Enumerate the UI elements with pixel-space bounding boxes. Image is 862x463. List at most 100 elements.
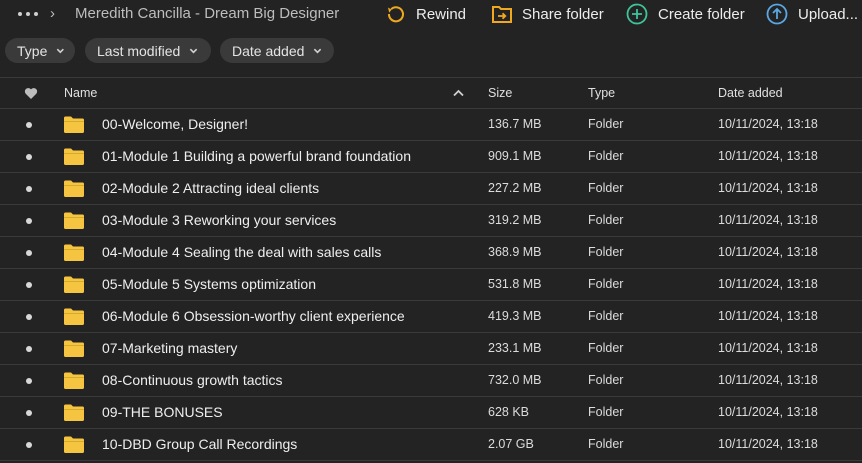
- row-name: 00-Welcome, Designer!: [102, 116, 249, 132]
- row-type: Folder: [588, 149, 624, 163]
- row-date-added: 10/11/2024, 13:18: [718, 309, 818, 323]
- row-type: Folder: [588, 245, 624, 259]
- chevron-down-icon: [57, 48, 65, 54]
- folder-icon: [64, 308, 84, 325]
- row-date-added: 10/11/2024, 13:18: [718, 341, 818, 355]
- favorite-dot-icon[interactable]: [26, 218, 32, 224]
- share-folder-button[interactable]: Share folder: [492, 2, 604, 26]
- table-row[interactable]: 00-Welcome, Designer! 136.7 MB Folder 10…: [0, 109, 862, 141]
- rewind-label: Rewind: [416, 5, 467, 23]
- date-added-filter-dropdown[interactable]: Date added: [220, 38, 334, 63]
- favorite-dot-icon[interactable]: [26, 250, 32, 256]
- row-size: 227.2 MB: [488, 181, 542, 195]
- row-name: 08-Continuous growth tactics: [102, 372, 283, 388]
- folder-icon: [64, 116, 84, 133]
- folder-icon: [64, 340, 84, 357]
- favorite-dot-icon[interactable]: [26, 346, 32, 352]
- folder-icon: [64, 276, 84, 293]
- row-size: 233.1 MB: [488, 341, 542, 355]
- row-type: Folder: [588, 117, 624, 131]
- row-date-added: 10/11/2024, 13:18: [718, 245, 818, 259]
- share-folder-icon: [492, 6, 512, 23]
- row-size: 419.3 MB: [488, 309, 542, 323]
- row-size: 531.8 MB: [488, 277, 542, 291]
- row-type: Folder: [588, 277, 624, 291]
- rewind-icon: [387, 6, 404, 23]
- row-type: Folder: [588, 181, 624, 195]
- table-row[interactable]: 04-Module 4 Sealing the deal with sales …: [0, 237, 862, 269]
- row-name: 05-Module 5 Systems optimization: [102, 276, 316, 292]
- favorite-dot-icon[interactable]: [26, 154, 32, 160]
- folder-icon: [64, 436, 84, 453]
- folder-icon: [64, 404, 84, 421]
- folder-icon: [64, 244, 84, 261]
- column-header-name[interactable]: Name: [64, 86, 97, 100]
- row-type: Folder: [588, 373, 624, 387]
- column-header-size[interactable]: Size: [488, 86, 512, 100]
- breadcrumb-folder-title[interactable]: Meredith Cancilla - Dream Big Designer: [75, 5, 339, 22]
- row-size: 732.0 MB: [488, 373, 542, 387]
- table-row[interactable]: 05-Module 5 Systems optimization 531.8 M…: [0, 269, 862, 301]
- row-date-added: 10/11/2024, 13:18: [718, 405, 818, 419]
- table-row[interactable]: 06-Module 6 Obsession-worthy client expe…: [0, 301, 862, 333]
- create-folder-button[interactable]: Create folder: [626, 2, 745, 26]
- folder-icon: [64, 212, 84, 229]
- top-bar: › Meredith Cancilla - Dream Big Designer…: [0, 0, 862, 30]
- favorite-dot-icon[interactable]: [26, 314, 32, 320]
- heart-icon[interactable]: [24, 87, 38, 100]
- upload-label: Upload...: [798, 5, 859, 23]
- upload-icon: [766, 3, 788, 25]
- row-name: 03-Module 3 Reworking your services: [102, 212, 337, 228]
- row-name: 04-Module 4 Sealing the deal with sales …: [102, 244, 382, 260]
- favorite-dot-icon[interactable]: [26, 282, 32, 288]
- last-modified-filter-label: Last modified: [97, 42, 181, 59]
- row-date-added: 10/11/2024, 13:18: [718, 373, 818, 387]
- column-header-type[interactable]: Type: [588, 86, 615, 100]
- row-type: Folder: [588, 309, 624, 323]
- row-type: Folder: [588, 213, 624, 227]
- plus-circle-icon: [626, 3, 648, 25]
- row-name: 09-THE BONUSES: [102, 404, 223, 420]
- row-size: 319.2 MB: [488, 213, 542, 227]
- type-filter-dropdown[interactable]: Type: [5, 38, 75, 63]
- row-date-added: 10/11/2024, 13:18: [718, 181, 818, 195]
- more-options-icon[interactable]: [18, 8, 38, 20]
- row-name: 01-Module 1 Building a powerful brand fo…: [102, 148, 411, 164]
- type-filter-label: Type: [17, 42, 48, 59]
- breadcrumb-chevron-icon: ›: [50, 5, 55, 22]
- folder-icon: [64, 148, 84, 165]
- row-name: 10-DBD Group Call Recordings: [102, 436, 298, 452]
- row-size: 368.9 MB: [488, 245, 542, 259]
- row-type: Folder: [588, 341, 624, 355]
- favorite-dot-icon[interactable]: [26, 410, 32, 416]
- table-row[interactable]: 08-Continuous growth tactics 732.0 MB Fo…: [0, 365, 862, 397]
- date-added-filter-label: Date added: [232, 42, 305, 59]
- favorite-dot-icon[interactable]: [26, 122, 32, 128]
- row-date-added: 10/11/2024, 13:18: [718, 213, 818, 227]
- last-modified-filter-dropdown[interactable]: Last modified: [85, 38, 211, 63]
- table-row[interactable]: 03-Module 3 Reworking your services 319.…: [0, 205, 862, 237]
- table-row[interactable]: 09-THE BONUSES 628 KB Folder 10/11/2024,…: [0, 397, 862, 429]
- file-list: 00-Welcome, Designer! 136.7 MB Folder 10…: [0, 109, 862, 461]
- share-folder-label: Share folder: [522, 5, 604, 23]
- sort-ascending-icon[interactable]: [453, 89, 464, 97]
- row-date-added: 10/11/2024, 13:18: [718, 277, 818, 291]
- row-name: 07-Marketing mastery: [102, 340, 238, 356]
- row-name: 06-Module 6 Obsession-worthy client expe…: [102, 308, 405, 324]
- folder-icon: [64, 180, 84, 197]
- row-size: 628 KB: [488, 405, 530, 419]
- row-type: Folder: [588, 437, 624, 451]
- rewind-button[interactable]: Rewind: [386, 2, 466, 26]
- table-row[interactable]: 07-Marketing mastery 233.1 MB Folder 10/…: [0, 333, 862, 365]
- column-header-date-added[interactable]: Date added: [718, 86, 783, 100]
- favorite-dot-icon[interactable]: [26, 442, 32, 448]
- favorite-dot-icon[interactable]: [26, 186, 32, 192]
- table-row[interactable]: 02-Module 2 Attracting ideal clients 227…: [0, 173, 862, 205]
- row-size: 2.07 GB: [488, 437, 534, 451]
- table-row[interactable]: 10-DBD Group Call Recordings 2.07 GB Fol…: [0, 429, 862, 461]
- chevron-down-icon: [314, 48, 322, 54]
- table-row[interactable]: 01-Module 1 Building a powerful brand fo…: [0, 141, 862, 173]
- upload-button[interactable]: Upload...: [766, 2, 858, 26]
- row-size: 136.7 MB: [488, 117, 542, 131]
- favorite-dot-icon[interactable]: [26, 378, 32, 384]
